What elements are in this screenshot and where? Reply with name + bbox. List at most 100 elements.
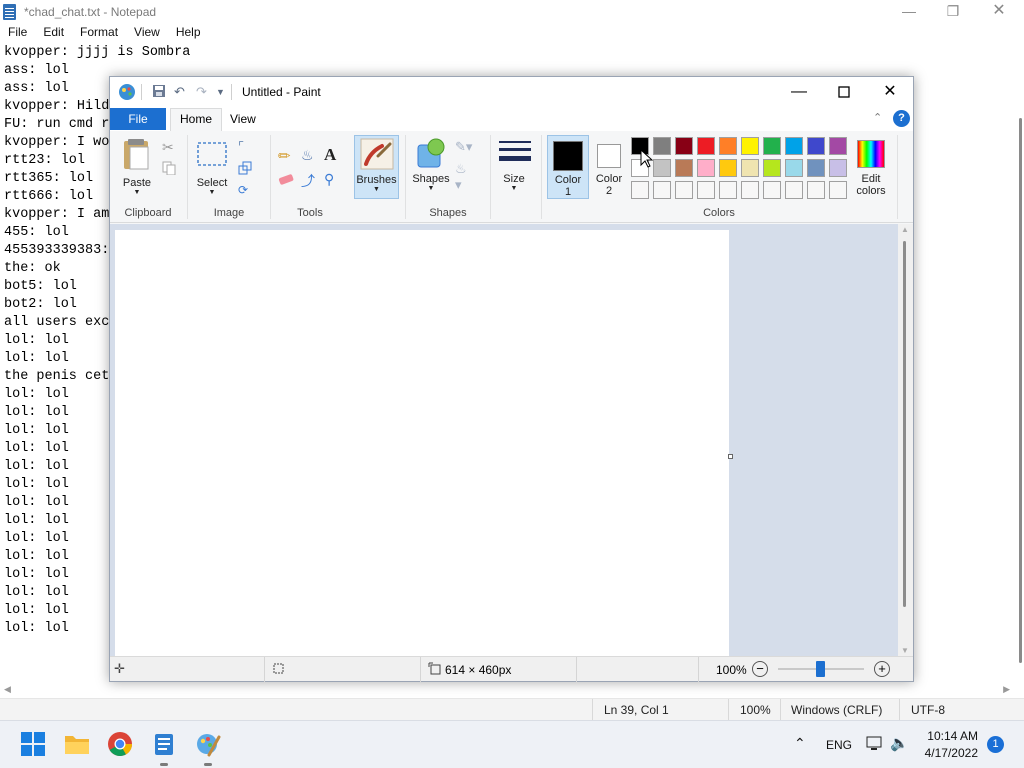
palette-swatch[interactable] (653, 159, 671, 177)
color1-button[interactable]: Color 1 (547, 135, 589, 199)
notepad-horizontal-scrollbar[interactable]: ◀ ▶ (0, 681, 1016, 697)
windows-logo-icon (21, 732, 45, 756)
ribbon-tabs: File Home View ⌃ ? (110, 107, 913, 132)
start-button[interactable] (20, 731, 48, 759)
save-icon[interactable] (152, 84, 166, 101)
custom-color-slot[interactable] (697, 181, 715, 199)
drawing-canvas[interactable] (115, 230, 729, 656)
menu-format[interactable]: Format (72, 24, 126, 39)
zoom-slider-thumb[interactable] (816, 661, 825, 677)
minimize-icon[interactable]: — (886, 0, 932, 24)
tab-file[interactable]: File (110, 108, 166, 130)
fill-icon[interactable]: ♨▾ (455, 161, 471, 192)
crop-icon[interactable]: ⌜ (238, 139, 254, 155)
palette-swatch[interactable] (807, 159, 825, 177)
redo-icon[interactable]: ↷ (196, 84, 207, 100)
customize-quick-access-icon[interactable]: ▼ (216, 87, 225, 97)
edit-colors-button[interactable]: Edit colors (852, 135, 890, 201)
custom-color-slot[interactable] (719, 181, 737, 199)
outline-icon[interactable]: ✎▾ (455, 139, 472, 155)
paste-button[interactable]: Paste ▼ (116, 135, 158, 201)
palette-swatch[interactable] (807, 137, 825, 155)
cut-icon[interactable]: ✂ (162, 139, 178, 155)
canvas-resize-handle[interactable] (728, 454, 733, 459)
fill-bucket-icon[interactable]: ♨ (301, 147, 317, 163)
text-tool-icon[interactable]: A (324, 145, 340, 164)
language-indicator[interactable]: ENG (826, 738, 852, 752)
copy-icon[interactable] (162, 161, 178, 177)
custom-color-slot[interactable] (675, 181, 693, 199)
paint-maximize-icon[interactable] (821, 77, 867, 107)
clock-date[interactable]: 4/17/2022 (918, 746, 978, 760)
menu-file[interactable]: File (0, 24, 35, 39)
undo-icon[interactable]: ↶ (174, 84, 185, 100)
zoom-in-icon[interactable]: + (874, 661, 890, 677)
tab-home[interactable]: Home (170, 108, 222, 132)
clock-time[interactable]: 10:14 AM (924, 729, 978, 743)
shapes-button[interactable]: Shapes ▼ (410, 135, 452, 201)
collapse-ribbon-icon[interactable]: ⌃ (873, 111, 882, 124)
zoom-out-icon[interactable]: − (752, 661, 768, 677)
chrome-button[interactable] (107, 731, 135, 759)
file-explorer-button[interactable] (63, 731, 91, 759)
paint-vertical-scrollbar[interactable]: ▲ ▼ (898, 224, 913, 656)
size-button[interactable]: Size ▼ (496, 135, 532, 201)
palette-swatch[interactable] (697, 137, 715, 155)
tab-view[interactable]: View (230, 112, 256, 126)
custom-color-slot[interactable] (653, 181, 671, 199)
canvas-size-icon (428, 662, 441, 678)
color2-button[interactable]: Color 2 (592, 135, 626, 199)
paint-scroll-thumb[interactable] (903, 241, 906, 607)
notepad-taskbar-button[interactable] (151, 731, 179, 766)
restore-icon[interactable]: ❐ (930, 0, 976, 24)
color2-number: 2 (605, 185, 613, 197)
scroll-down-icon[interactable]: ▼ (901, 646, 909, 655)
notification-badge[interactable]: 1 (987, 736, 1004, 753)
palette-swatch[interactable] (741, 159, 759, 177)
palette-swatch[interactable] (675, 159, 693, 177)
palette-swatch[interactable] (763, 137, 781, 155)
custom-color-slot[interactable] (785, 181, 803, 199)
resize-icon[interactable] (238, 161, 254, 177)
color1-number: 1 (564, 186, 572, 198)
brushes-button[interactable]: Brushes ▼ (354, 135, 399, 199)
palette-swatch[interactable] (697, 159, 715, 177)
palette-swatch[interactable] (785, 137, 803, 155)
palette-swatch[interactable] (763, 159, 781, 177)
help-icon[interactable]: ? (893, 110, 910, 127)
paint-taskbar-button[interactable] (195, 731, 223, 766)
menu-edit[interactable]: Edit (35, 24, 72, 39)
palette-swatch[interactable] (719, 137, 737, 155)
palette-swatch[interactable] (741, 137, 759, 155)
show-hidden-icons-icon[interactable]: ⌃ (794, 735, 806, 752)
ribbon-home: Paste ▼ ✂ Clipboard Select ▼ ⌜ ⟳ Image ✏… (110, 131, 913, 223)
pencil-icon[interactable]: ✏ (278, 147, 294, 165)
scroll-right-icon[interactable]: ▶ (1003, 684, 1010, 695)
palette-swatch[interactable] (829, 159, 847, 177)
scroll-up-icon[interactable]: ▲ (901, 225, 909, 234)
rotate-icon[interactable]: ⟳ (238, 183, 254, 199)
custom-color-slot[interactable] (763, 181, 781, 199)
close-icon[interactable]: ✕ (976, 0, 1022, 24)
notepad-vertical-scrollbar[interactable] (1019, 118, 1022, 663)
volume-icon[interactable]: 🔈 (890, 734, 909, 752)
paint-minimize-icon[interactable]: — (776, 77, 822, 107)
network-icon[interactable] (866, 735, 884, 754)
eraser-icon[interactable] (278, 173, 294, 189)
menu-view[interactable]: View (126, 24, 168, 39)
palette-swatch[interactable] (675, 137, 693, 155)
palette-swatch[interactable] (829, 137, 847, 155)
color-picker-icon[interactable]: ⤴ (301, 171, 317, 189)
custom-color-slot[interactable] (631, 181, 649, 199)
palette-swatch[interactable] (719, 159, 737, 177)
select-button[interactable]: Select ▼ (192, 135, 232, 201)
menu-help[interactable]: Help (168, 24, 209, 39)
custom-color-slot[interactable] (741, 181, 759, 199)
custom-color-slot[interactable] (829, 181, 847, 199)
scroll-left-icon[interactable]: ◀ (4, 684, 11, 695)
palette-swatch[interactable] (653, 137, 671, 155)
palette-swatch[interactable] (785, 159, 803, 177)
custom-color-slot[interactable] (807, 181, 825, 199)
magnifier-icon[interactable]: ⚲ (324, 171, 340, 187)
paint-close-icon[interactable]: ✕ (867, 77, 913, 107)
